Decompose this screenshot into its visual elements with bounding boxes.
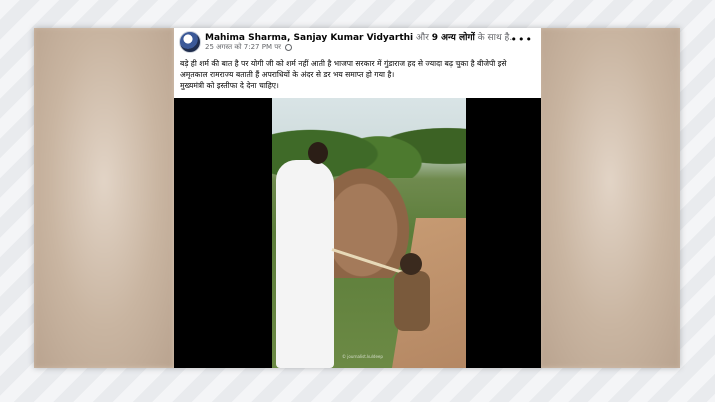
post-authors: Mahima Sharma, Sanjay Kumar Vidyarthi और… [205, 30, 512, 43]
avatar[interactable] [179, 31, 201, 53]
victim-head [400, 253, 422, 275]
post-text-line: बड़े ही शर्म की बात है पर योगी जी को शर्… [180, 59, 507, 68]
post-header: Mahima Sharma, Sanjay Kumar Vidyarthi और… [174, 28, 541, 58]
timestamp-link[interactable]: 25 अगस्त को 7:27 PM पर [205, 43, 281, 51]
video-frame[interactable]: © journalist.kuldeep [272, 98, 466, 368]
globe-icon [285, 43, 293, 51]
blurred-background-right [540, 28, 680, 368]
with-suffix: के साथ है. [477, 33, 513, 43]
more-options-icon[interactable]: ••• [511, 33, 533, 46]
screenshot-frame: Mahima Sharma, Sanjay Kumar Vidyarthi और… [34, 28, 680, 368]
man-in-white [272, 138, 342, 368]
man-body [276, 160, 334, 368]
post-video[interactable]: © journalist.kuldeep [174, 98, 541, 368]
others-link[interactable]: 9 अन्य लोगों [432, 33, 475, 43]
post-meta: 25 अगस्त को 7:27 PM पर [205, 43, 293, 52]
victim-body [394, 271, 430, 331]
post-text-line: मुख्यमंत्री को इस्तीफा दे देना चाहिए। [180, 81, 279, 90]
post-text: बड़े ही शर्म की बात है पर योगी जी को शर्… [180, 58, 535, 91]
blurred-background-left [34, 28, 174, 368]
with-text: और [415, 33, 429, 43]
victim-figure [390, 253, 436, 363]
man-head [308, 142, 328, 164]
facebook-post: Mahima Sharma, Sanjay Kumar Vidyarthi और… [174, 28, 541, 368]
video-watermark: © journalist.kuldeep [342, 354, 383, 359]
post-text-line: अमृतकाल रामराज्य बताती हैं अपराधियों के … [180, 70, 395, 79]
author-names-link[interactable]: Mahima Sharma, Sanjay Kumar Vidyarthi [205, 33, 413, 43]
